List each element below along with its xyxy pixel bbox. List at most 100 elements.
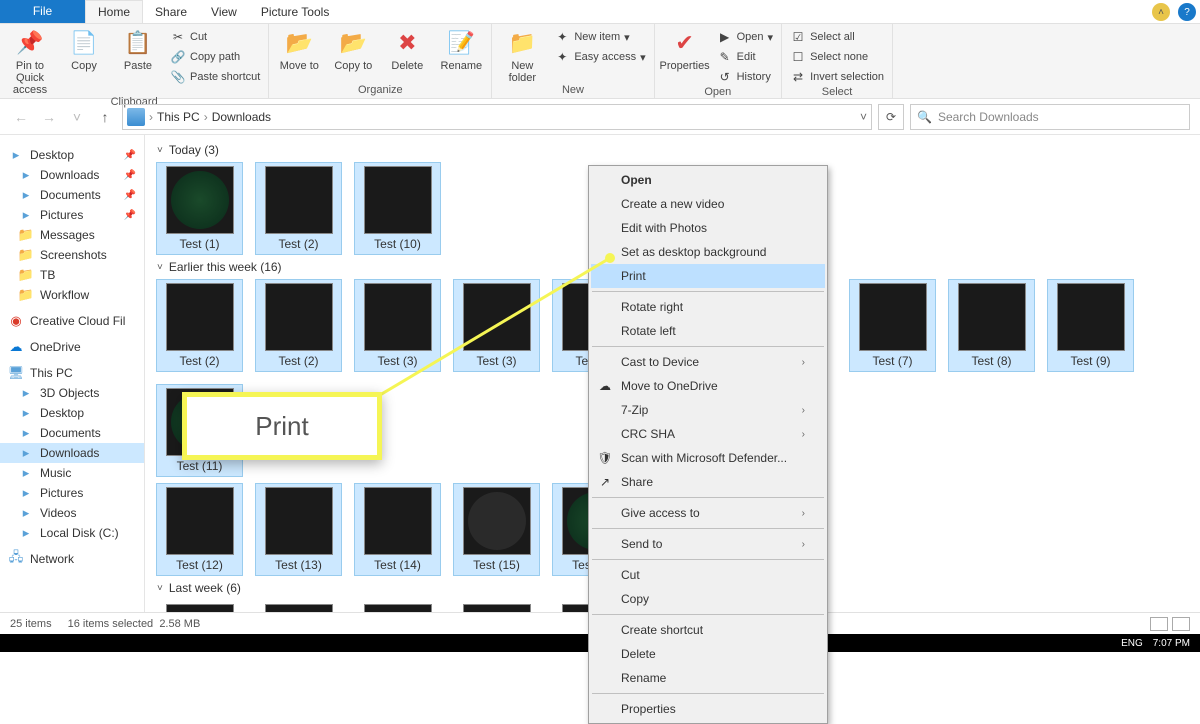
minimize-ribbon-icon[interactable]: ˄ xyxy=(1152,3,1170,21)
cloud-icon: ☁ xyxy=(8,339,24,355)
group-header-today[interactable]: ˅Today (3) xyxy=(157,143,1188,157)
copy-to-button[interactable]: 📂Copy to xyxy=(329,26,377,72)
open-button[interactable]: ▶Open ▾ xyxy=(715,28,775,46)
move-to-button[interactable]: 📂Move to xyxy=(275,26,323,72)
sidebar-item-documents[interactable]: ▸Documents xyxy=(0,423,144,443)
file-item[interactable]: Test (2) xyxy=(256,163,341,254)
sidebar-item-dobjects[interactable]: ▸3D Objects xyxy=(0,383,144,403)
file-item[interactable]: Test (3) xyxy=(454,280,539,371)
sidebar-item-onedrive[interactable]: ☁OneDrive xyxy=(0,337,144,357)
ctx-open[interactable]: Open xyxy=(591,168,825,192)
sidebar-item-downloads[interactable]: ▸Downloads📌 xyxy=(0,165,144,185)
sidebar-item-pictures[interactable]: ▸Pictures xyxy=(0,483,144,503)
recent-button[interactable]: ˅ xyxy=(66,106,88,128)
file-item[interactable]: Test (12) xyxy=(157,484,242,575)
file-item[interactable]: Test (7) xyxy=(850,280,935,371)
sidebar-item-localdiskc[interactable]: ▸Local Disk (C:) xyxy=(0,523,144,543)
file-item[interactable]: Test (2) xyxy=(256,280,341,371)
refresh-button[interactable]: ⟳ xyxy=(878,104,904,130)
sidebar-item-creativecloud[interactable]: ◉Creative Cloud Fil xyxy=(0,311,144,331)
file-item[interactable]: Test (3) xyxy=(355,280,440,371)
ctx-delete[interactable]: Delete xyxy=(591,642,825,666)
ctx-rename[interactable]: Rename xyxy=(591,666,825,690)
copy-path-button[interactable]: 🔗Copy path xyxy=(168,48,262,66)
forward-button[interactable]: → xyxy=(38,106,60,128)
sidebar-item-music[interactable]: ▸Music xyxy=(0,463,144,483)
sidebar-item-documents[interactable]: ▸Documents📌 xyxy=(0,185,144,205)
sidebar-item-desktop[interactable]: ▸Desktop xyxy=(0,403,144,423)
sidebar-item-downloads[interactable]: ▸Downloads xyxy=(0,443,144,463)
ctx-cut[interactable]: Cut xyxy=(591,563,825,587)
sidebar-item-thispc[interactable]: 🖥This PC xyxy=(0,363,144,383)
cut-button[interactable]: ✂Cut xyxy=(168,28,262,46)
ctx-cast[interactable]: Cast to Device› xyxy=(591,350,825,374)
up-button[interactable]: ↑ xyxy=(94,106,116,128)
file-item[interactable]: Test (2) xyxy=(157,280,242,371)
file-item[interactable]: Test (8) xyxy=(949,280,1034,371)
file-item[interactable]: Test (1) xyxy=(157,163,242,254)
sidebar-item-pictures[interactable]: ▸Pictures📌 xyxy=(0,205,144,225)
taskbar-lang[interactable]: ENG xyxy=(1121,638,1143,649)
tab-view[interactable]: View xyxy=(199,0,249,23)
file-item[interactable]: Test (10) xyxy=(355,163,440,254)
ctx-crc[interactable]: CRC SHA› xyxy=(591,422,825,446)
paste-button[interactable]: 📋Paste xyxy=(114,26,162,72)
rename-button[interactable]: 📝Rename xyxy=(437,26,485,72)
ctx-defender[interactable]: 🛡Scan with Microsoft Defender... xyxy=(591,446,825,470)
file-item[interactable]: Test (14) xyxy=(355,484,440,575)
ctx-sevenzip[interactable]: 7-Zip› xyxy=(591,398,825,422)
file-item[interactable]: Test (6) xyxy=(355,601,440,612)
select-all-button[interactable]: ☑Select all xyxy=(788,28,886,46)
select-none-button[interactable]: ☐Select none xyxy=(788,48,886,66)
easy-access-button[interactable]: ✦Easy access ▾ xyxy=(552,48,647,66)
sidebar-item-tb[interactable]: 📁TB xyxy=(0,265,144,285)
ctx-newvideo[interactable]: Create a new video xyxy=(591,192,825,216)
ctx-rotr[interactable]: Rotate right xyxy=(591,295,825,319)
ctx-rotl[interactable]: Rotate left xyxy=(591,319,825,343)
file-item[interactable]: Test (13) xyxy=(256,484,341,575)
view-toggle[interactable] xyxy=(1150,617,1190,631)
edit-button[interactable]: ✎Edit xyxy=(715,48,775,66)
sidebar-item-screenshots[interactable]: 📁Screenshots xyxy=(0,245,144,265)
pin-quick-access-button[interactable]: 📌Pin to Quick access xyxy=(6,26,54,96)
file-item[interactable]: Test (5) xyxy=(256,601,341,612)
tab-home[interactable]: Home xyxy=(85,0,143,23)
invert-selection-button[interactable]: ⇄Invert selection xyxy=(788,68,886,86)
tab-picture-tools[interactable]: Picture Tools xyxy=(249,0,341,23)
file-item[interactable]: Test (9) xyxy=(1048,280,1133,371)
paste-shortcut-button[interactable]: 📎Paste shortcut xyxy=(168,68,262,86)
delete-button[interactable]: ✖Delete xyxy=(383,26,431,72)
sidebar-item-workflow[interactable]: 📁Workflow xyxy=(0,285,144,305)
file-item[interactable]: Test (4) xyxy=(157,601,242,612)
ctx-props[interactable]: Properties xyxy=(591,697,825,721)
sidebar-item-videos[interactable]: ▸Videos xyxy=(0,503,144,523)
ctx-shortcut[interactable]: Create shortcut xyxy=(591,618,825,642)
chevron-down-icon[interactable]: ˅ xyxy=(860,110,867,124)
new-folder-button[interactable]: 📁New folder xyxy=(498,26,546,84)
sidebar-item-messages[interactable]: 📁Messages xyxy=(0,225,144,245)
ctx-editphotos[interactable]: Edit with Photos xyxy=(591,216,825,240)
ctx-sendto[interactable]: Send to› xyxy=(591,532,825,556)
tab-share[interactable]: Share xyxy=(143,0,199,23)
copy-button[interactable]: 📄Copy xyxy=(60,26,108,72)
ctx-setbg[interactable]: Set as desktop background xyxy=(591,240,825,264)
search-input[interactable]: 🔍 Search Downloads xyxy=(910,104,1190,130)
back-button[interactable]: ← xyxy=(10,106,32,128)
history-button[interactable]: ↺History xyxy=(715,68,775,86)
crumb-pc[interactable]: This PC xyxy=(157,110,200,124)
sidebar-item-network[interactable]: 🖧Network xyxy=(0,549,144,569)
ctx-print[interactable]: Print xyxy=(591,264,825,288)
breadcrumb[interactable]: › This PC › Downloads ˅ xyxy=(122,104,872,130)
tab-file[interactable]: File xyxy=(0,0,85,23)
ctx-access[interactable]: Give access to› xyxy=(591,501,825,525)
ctx-share[interactable]: ↗Share xyxy=(591,470,825,494)
properties-button[interactable]: ✔Properties xyxy=(661,26,709,72)
crumb-downloads[interactable]: Downloads xyxy=(212,110,271,124)
file-item[interactable]: Test (15) xyxy=(454,484,539,575)
ctx-copy[interactable]: Copy xyxy=(591,587,825,611)
file-item[interactable]: Test (7) xyxy=(454,601,539,612)
sidebar-item-desktop[interactable]: ▸Desktop📌 xyxy=(0,145,144,165)
ctx-onedrive[interactable]: ☁Move to OneDrive xyxy=(591,374,825,398)
new-item-button[interactable]: ✦New item ▾ xyxy=(552,28,647,46)
help-icon[interactable]: ? xyxy=(1178,3,1196,21)
